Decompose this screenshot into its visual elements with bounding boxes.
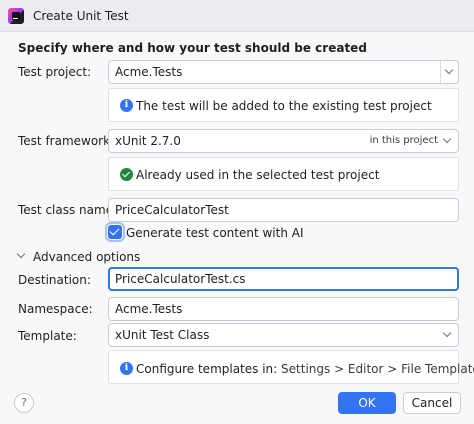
test-framework-combobox[interactable]: xUnit 2.7.0 in this project bbox=[108, 129, 459, 153]
configure-templates-text: Configure templates in: Settings > Edito… bbox=[136, 362, 474, 376]
chevron-down-icon bbox=[444, 65, 454, 75]
generate-ai-label[interactable]: Generate test content with AI bbox=[126, 226, 304, 240]
advanced-options-chevron-icon[interactable] bbox=[16, 249, 26, 259]
test-project-info-text: The test will be added to the existing t… bbox=[136, 99, 432, 113]
template-label: Template: bbox=[18, 329, 77, 343]
configure-templates-link[interactable]: Settings > Editor > File Templates bbox=[281, 362, 474, 376]
info-icon: i bbox=[120, 362, 133, 375]
test-framework-info-panel: Already used in the selected test projec… bbox=[108, 157, 459, 191]
generate-ai-checkbox[interactable] bbox=[105, 222, 125, 242]
test-project-label: Test project: bbox=[18, 65, 92, 79]
template-combobox[interactable]: xUnit Test Class bbox=[108, 323, 459, 347]
test-project-info-panel: i The test will be added to the existing… bbox=[108, 88, 459, 122]
help-button[interactable]: ? bbox=[14, 393, 34, 413]
chevron-down-icon bbox=[442, 328, 452, 338]
dialog-heading: Specify where and how your test should b… bbox=[18, 41, 367, 55]
destination-value: PriceCalculatorTest.cs bbox=[115, 272, 246, 286]
rider-app-icon bbox=[8, 8, 24, 24]
test-framework-label: Test framework: bbox=[18, 134, 115, 148]
test-framework-info-text: Already used in the selected test projec… bbox=[136, 168, 380, 182]
test-project-dropdown-button[interactable] bbox=[440, 61, 458, 83]
title-bar: Create Unit Test bbox=[0, 0, 474, 32]
advanced-options-toggle[interactable]: Advanced options bbox=[33, 250, 140, 264]
destination-input[interactable]: PriceCalculatorTest.cs bbox=[108, 267, 459, 291]
info-icon: i bbox=[120, 99, 133, 112]
test-project-combobox[interactable]: Acme.Tests bbox=[108, 60, 459, 84]
chevron-down-icon bbox=[442, 134, 452, 144]
template-value: xUnit Test Class bbox=[115, 328, 210, 342]
test-project-value: Acme.Tests bbox=[115, 65, 183, 79]
test-class-label: Test class name: bbox=[18, 203, 118, 217]
test-class-input[interactable]: PriceCalculatorTest bbox=[108, 198, 459, 222]
cancel-button[interactable]: Cancel bbox=[403, 392, 461, 414]
namespace-input[interactable]: Acme.Tests bbox=[108, 297, 459, 321]
namespace-label: Namespace: bbox=[18, 302, 93, 316]
test-framework-value: xUnit 2.7.0 bbox=[115, 134, 181, 148]
namespace-value: Acme.Tests bbox=[115, 302, 183, 316]
destination-label: Destination: bbox=[18, 273, 91, 287]
test-framework-hint: in this project bbox=[369, 135, 438, 146]
configure-templates-panel: i Configure templates in: Settings > Edi… bbox=[108, 350, 474, 384]
success-check-icon bbox=[120, 168, 133, 181]
ok-button[interactable]: OK bbox=[338, 392, 396, 414]
configure-templates-prefix: Configure templates in: bbox=[136, 362, 278, 376]
test-class-value: PriceCalculatorTest bbox=[115, 203, 229, 217]
window-title: Create Unit Test bbox=[33, 9, 129, 23]
